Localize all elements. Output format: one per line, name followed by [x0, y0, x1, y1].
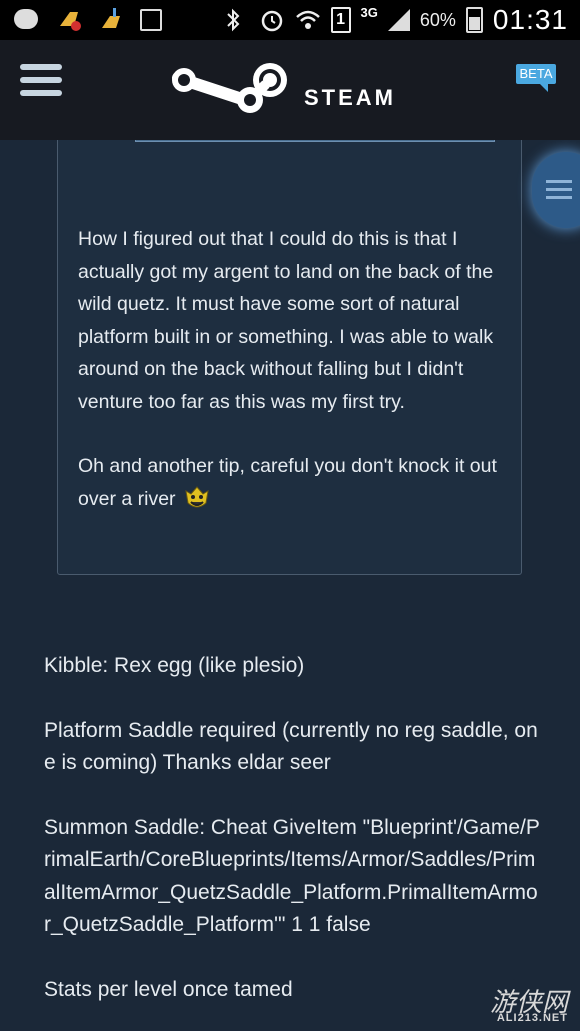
signal-icon — [387, 9, 410, 31]
steam-logo[interactable]: STEAM — [170, 60, 430, 116]
menu-icon[interactable] — [20, 62, 62, 98]
goblin-face-emote-icon — [183, 485, 211, 511]
quote-paragraph-text: Oh and another tip, careful you don't kn… — [78, 455, 497, 510]
post-paragraph-kibble: Kibble: Rex egg (like plesio) — [44, 654, 305, 677]
wifi-icon — [295, 7, 321, 33]
post-body: Kibble: Rex egg (like plesio) Platform S… — [44, 650, 544, 1031]
network-type: 3G — [360, 4, 378, 20]
steam-wordmark: STEAM — [304, 85, 396, 110]
app-header: STEAM BETA — [0, 40, 580, 140]
chat-notification-icon — [14, 6, 40, 32]
watermark-url: ALI213.NET — [496, 1012, 568, 1024]
quoted-post: How I figured out that I could do this i… — [57, 140, 522, 575]
bluetooth-icon — [223, 7, 249, 33]
status-bar: 1 3G 60% 01:31 — [0, 0, 580, 40]
clock: 01:31 — [492, 4, 568, 35]
quote-paragraph-with-emote: Oh and another tip, careful you don't kn… — [78, 450, 508, 515]
post-paragraph-saddle: Platform Saddle required (currently no r… — [44, 718, 538, 775]
quote-header-bar — [135, 140, 495, 142]
cleaner-alert-icon — [56, 6, 82, 32]
forum-post-content: How I figured out that I could do this i… — [0, 140, 580, 1031]
quote-text: How I figured out that I could do this i… — [78, 223, 508, 547]
floating-nav-button[interactable] — [532, 152, 580, 228]
steam-logo-icon — [172, 63, 287, 113]
site-watermark: 游侠网 ALI213.NET — [456, 980, 580, 1031]
broom-icon — [98, 6, 124, 32]
quote-paragraph: How I figured out that I could do this i… — [78, 228, 494, 413]
sim-slot-icon: 1 — [330, 7, 351, 33]
post-paragraph-summon: Summon Saddle: Cheat GiveItem "Blueprint… — [44, 815, 540, 937]
battery-percent: 60% — [419, 9, 456, 30]
beta-badge: BETA — [516, 64, 556, 92]
battery-icon — [465, 7, 483, 33]
alarm-icon — [259, 7, 285, 33]
image-notification-icon — [140, 6, 166, 32]
